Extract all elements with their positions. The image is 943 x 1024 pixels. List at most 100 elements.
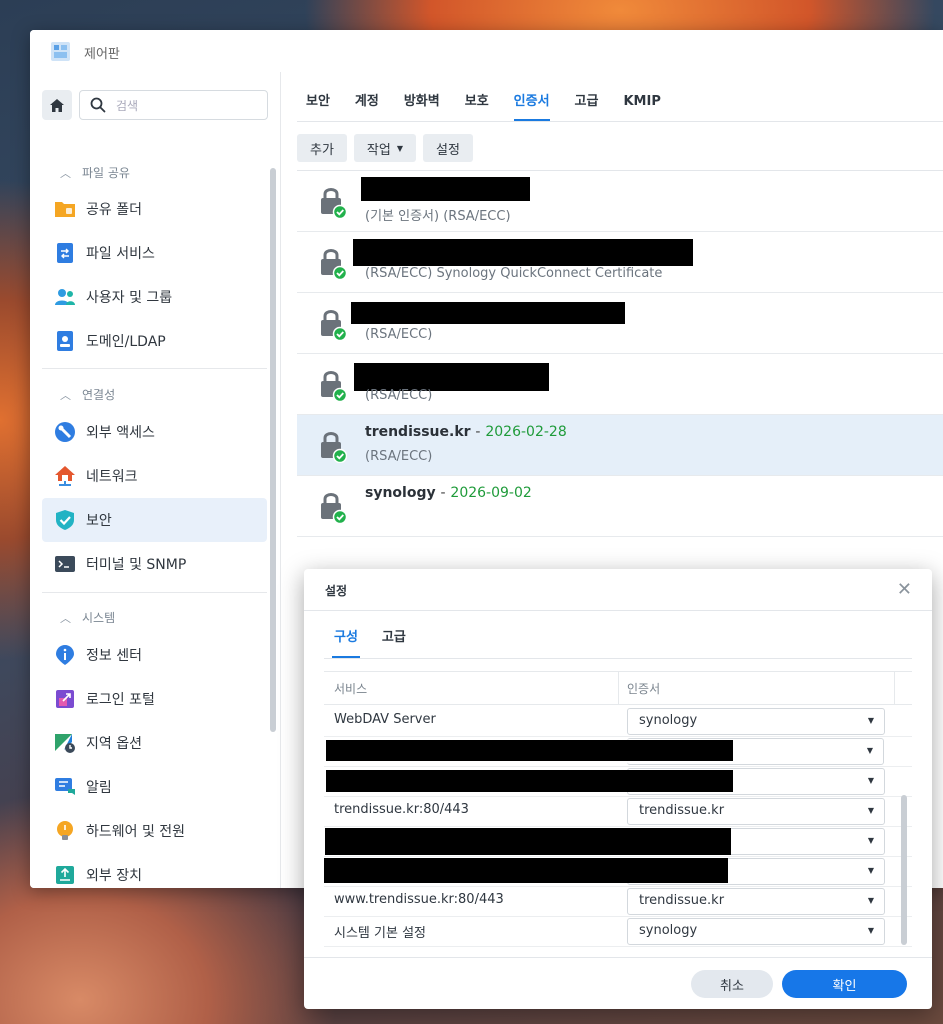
certificate-detail: (RSA/ECC) (365, 327, 433, 342)
notification-icon (54, 776, 76, 798)
settings-button[interactable]: 설정 (423, 134, 473, 162)
regional-options-icon (54, 732, 76, 754)
dialog-tab-bar: 구성 고급 (332, 629, 430, 658)
toolbar: 추가 작업 ▼ 설정 (297, 134, 480, 162)
sidebar-item-shared-folder[interactable]: 공유 폴더 (42, 187, 267, 231)
certificate-select[interactable]: trendissue.kr ▼ (627, 888, 885, 915)
users-groups-icon (54, 286, 76, 308)
certificate-row[interactable]: synology - 2026-09-02 (297, 476, 943, 537)
external-devices-icon (54, 864, 76, 886)
tab-protection[interactable]: 보호 (465, 90, 489, 120)
action-dropdown-button[interactable]: 작업 ▼ (353, 134, 416, 162)
certificate-select[interactable]: synology ▼ (627, 708, 885, 735)
redacted-cert-name (361, 177, 530, 201)
certificate-row[interactable]: (RSA/ECC) (297, 354, 943, 415)
close-icon[interactable]: ✕ (897, 579, 912, 600)
lock-check-icon (321, 493, 347, 524)
certificate-title: trendissue.kr - 2026-02-28 (365, 424, 567, 440)
tab-security[interactable]: 보안 (306, 90, 330, 120)
sidebar-item-notification[interactable]: 알림 (42, 765, 267, 809)
login-portal-icon (54, 688, 76, 710)
domain-ldap-icon (54, 330, 76, 352)
dialog-title: 설정 (325, 584, 348, 598)
cancel-button[interactable]: 취소 (691, 970, 773, 998)
home-icon (50, 98, 64, 112)
dropdown-arrow-icon: ▼ (867, 716, 874, 725)
sidebar-item-login-portal[interactable]: 로그인 포털 (42, 677, 267, 721)
lock-check-icon (321, 188, 347, 219)
sidebar-item-users-groups[interactable]: 사용자 및 그룹 (42, 275, 267, 319)
chevron-up-icon: ︿ (60, 612, 71, 625)
certificate-detail: (RSA/ECC) (365, 388, 433, 403)
dropdown-arrow-icon: ▼ (867, 866, 874, 875)
column-header-service[interactable]: 서비스 (334, 680, 367, 697)
title-bar[interactable]: 제어판 (30, 30, 943, 72)
certificate-select[interactable]: synology ▼ (627, 918, 885, 945)
sidebar-item-external-access[interactable]: 외부 액세스 (42, 410, 267, 454)
network-icon (54, 465, 76, 487)
service-name: www.trendissue.kr:80/443 (334, 892, 504, 907)
section-connectivity[interactable]: ︿ 연결성 (60, 386, 115, 403)
search-input[interactable] (114, 95, 258, 117)
redacted-service-name (324, 858, 728, 883)
add-button[interactable]: 추가 (297, 134, 347, 162)
sidebar-item-info-center[interactable]: 정보 센터 (42, 633, 267, 677)
certificate-row[interactable]: (RSA/ECC) (297, 293, 943, 354)
redacted-cert-name (353, 239, 693, 266)
table-row: ▼ (324, 766, 912, 797)
dialog-scrollbar[interactable] (901, 795, 907, 945)
certificate-row-selected[interactable]: trendissue.kr - 2026-02-28 (RSA/ECC) (297, 415, 943, 476)
sidebar-divider (42, 368, 267, 369)
dropdown-arrow-icon: ▼ (867, 806, 874, 815)
sidebar-item-regional-options[interactable]: 지역 옵션 (42, 721, 267, 765)
sidebar-item-external-devices[interactable]: 외부 장치 (42, 853, 267, 888)
hardware-power-icon (54, 820, 76, 842)
table-row: trendissue.kr:80/443 trendissue.kr ▼ (324, 796, 912, 827)
column-separator (618, 672, 619, 704)
lock-check-icon (321, 432, 347, 463)
certificate-detail: (RSA/ECC) (365, 449, 433, 464)
sidebar-item-security[interactable]: 보안 (42, 498, 267, 542)
chevron-up-icon: ︿ (60, 389, 71, 402)
section-file-sharing[interactable]: ︿ 파일 공유 (60, 164, 130, 181)
file-services-icon (54, 242, 76, 264)
redacted-service-name (326, 770, 733, 792)
dialog-tab-advanced[interactable]: 고급 (382, 629, 406, 657)
tab-advanced[interactable]: 고급 (575, 90, 599, 120)
security-shield-icon (54, 509, 76, 531)
table-row: ▼ (324, 826, 912, 857)
certificate-row[interactable]: (기본 인증서) (RSA/ECC) (297, 171, 943, 232)
table-row: WebDAV Server synology ▼ (324, 706, 912, 737)
sidebar-item-terminal-snmp[interactable]: 터미널 및 SNMP (42, 542, 267, 586)
table-row: 시스템 기본 설정 synology ▼ (324, 916, 912, 947)
sidebar-item-hardware-power[interactable]: 하드웨어 및 전원 (42, 809, 267, 853)
dropdown-arrow-icon: ▼ (867, 896, 874, 905)
tab-certificate[interactable]: 인증서 (513, 90, 550, 121)
settings-dialog: 설정 ✕ 구성 고급 서비스 인증서 WebDAV Server synolog… (304, 569, 932, 1009)
lock-check-icon (321, 249, 347, 280)
tab-account[interactable]: 계정 (355, 90, 379, 120)
table-row: www.trendissue.kr:80/443 trendissue.kr ▼ (324, 886, 912, 917)
sidebar-item-file-services[interactable]: 파일 서비스 (42, 231, 267, 275)
caret-down-icon: ▼ (396, 143, 403, 153)
lock-check-icon (321, 310, 347, 341)
confirm-button[interactable]: 확인 (782, 970, 907, 998)
certificate-detail: (기본 인증서) (RSA/ECC) (365, 209, 511, 224)
sidebar-item-network[interactable]: 네트워크 (42, 454, 267, 498)
certificate-select[interactable]: trendissue.kr ▼ (627, 798, 885, 825)
tab-firewall[interactable]: 방화벽 (404, 90, 440, 120)
certificate-row[interactable]: (RSA/ECC) Synology QuickConnect Certific… (297, 232, 943, 293)
lock-check-icon (321, 371, 347, 402)
grid-header: 서비스 인증서 (324, 671, 912, 705)
dropdown-arrow-icon: ▼ (866, 746, 873, 755)
column-header-certificate[interactable]: 인증서 (627, 680, 660, 697)
sidebar-divider (42, 592, 267, 593)
dialog-tab-configuration[interactable]: 구성 (332, 629, 360, 658)
sidebar-item-domain-ldap[interactable]: 도메인/LDAP (42, 319, 267, 363)
section-system[interactable]: ︿ 시스템 (60, 609, 115, 626)
certificate-name: synology (365, 485, 436, 501)
sidebar-scrollbar[interactable] (270, 168, 276, 732)
tab-bar: 보안 계정 방화벽 보호 인증서 고급 KMIP (306, 90, 686, 121)
home-button[interactable] (42, 90, 72, 120)
tab-kmip[interactable]: KMIP (623, 90, 660, 120)
